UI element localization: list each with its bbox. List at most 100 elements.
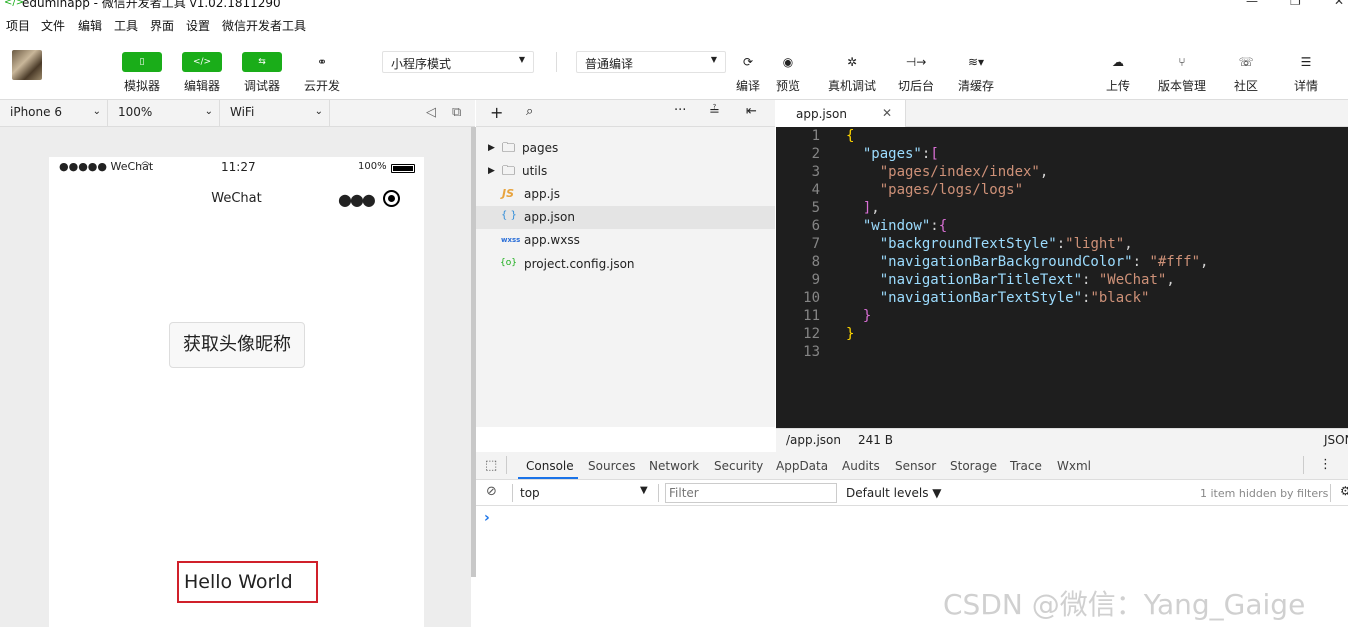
tab-trace[interactable]: Trace bbox=[1010, 459, 1042, 473]
device-select[interactable]: iPhone 6 ⌄ bbox=[0, 100, 108, 126]
kebab-menu-icon[interactable]: ⋮ bbox=[1319, 457, 1332, 472]
mode-select[interactable]: 小程序模式 ▼ bbox=[382, 51, 534, 73]
cloud-dev-label[interactable]: 云开发 bbox=[298, 77, 346, 94]
tree-item-project-config[interactable]: {o} project.config.json bbox=[476, 253, 775, 276]
compile-select[interactable]: 普通编译 ▼ bbox=[576, 51, 726, 73]
preview-label[interactable]: 预览 bbox=[768, 77, 808, 94]
background-label[interactable]: 切后台 bbox=[892, 77, 940, 94]
log-levels-select[interactable]: Default levels ▼ bbox=[846, 486, 942, 500]
clear-cache-label[interactable]: 清缓存 bbox=[952, 77, 1000, 94]
context-value: top bbox=[520, 486, 540, 500]
more-dots-icon[interactable]: ●●● bbox=[338, 190, 376, 209]
code-line: "navigationBarBackgroundColor": "#fff", bbox=[879, 254, 1209, 270]
code-editor[interactable]: 1 2 3 4 5 6 7 8 9 10 11 12 13 { "pages":… bbox=[776, 127, 1348, 428]
code-line: } bbox=[846, 326, 855, 342]
chat-bubble-icon[interactable]: ☏ bbox=[1226, 52, 1266, 72]
refresh-icon[interactable]: ⟳ bbox=[728, 52, 768, 72]
tab-sensor[interactable]: Sensor bbox=[895, 459, 936, 473]
maximize-icon[interactable]: ❐ bbox=[1290, 0, 1301, 8]
tree-item-label: project.config.json bbox=[524, 257, 635, 271]
clear-console-icon[interactable]: ⊘ bbox=[486, 484, 497, 499]
tab-security[interactable]: Security bbox=[714, 459, 763, 473]
community-label[interactable]: 社区 bbox=[1222, 77, 1270, 94]
tab-sources[interactable]: Sources bbox=[588, 459, 635, 473]
layers-icon[interactable]: ≋▾ bbox=[956, 52, 996, 72]
tab-appdata[interactable]: AppData bbox=[776, 459, 828, 473]
menu-item-file[interactable]: 文件 bbox=[41, 17, 65, 34]
more-icon[interactable]: ··· bbox=[674, 103, 686, 118]
gear-icon[interactable]: ⚙ bbox=[1340, 484, 1348, 498]
line-number: 2 bbox=[811, 146, 820, 162]
get-user-info-button[interactable]: 获取头像昵称 bbox=[169, 322, 305, 368]
simulator-toggle-label[interactable]: 模拟器 bbox=[118, 77, 166, 94]
menu-item-project[interactable]: 项目 bbox=[6, 17, 30, 34]
details-label[interactable]: 详情 bbox=[1282, 77, 1330, 94]
file-tree: ▶ 🗀 pages ▶ 🗀 utils JS app.js { } app.js… bbox=[476, 127, 775, 427]
bug-icon[interactable]: ✲ bbox=[832, 52, 872, 72]
close-tab-icon[interactable]: ✕ bbox=[882, 106, 892, 120]
sidebar-toggle-icon[interactable]: ⇤ bbox=[746, 104, 757, 119]
line-number: 10 bbox=[803, 290, 820, 306]
inspect-element-icon[interactable]: ⬚ bbox=[485, 458, 497, 473]
tab-wxml[interactable]: Wxml bbox=[1057, 459, 1091, 473]
user-avatar[interactable] bbox=[12, 50, 42, 80]
tab-console[interactable]: Console bbox=[526, 459, 574, 473]
line-number: 1 bbox=[811, 128, 820, 144]
debug-icon[interactable]: ⇆ bbox=[242, 52, 282, 72]
add-icon[interactable]: + bbox=[490, 103, 503, 122]
upload-cloud-icon[interactable]: ☁ bbox=[1098, 52, 1138, 72]
capsule-close-icon[interactable] bbox=[383, 190, 400, 207]
close-icon[interactable]: ✕ bbox=[1334, 0, 1344, 8]
console-filter-input[interactable] bbox=[665, 483, 837, 503]
editor-toggle-label[interactable]: 编辑器 bbox=[178, 77, 226, 94]
code-icon[interactable]: </> bbox=[182, 52, 222, 72]
toolbar-divider bbox=[556, 52, 557, 72]
menu-lines-icon[interactable]: ☰ bbox=[1286, 52, 1326, 72]
tree-item-app-wxss[interactable]: wxss app.wxss bbox=[476, 229, 775, 252]
chevron-right-icon: ▶ bbox=[488, 143, 495, 153]
remote-debug-label[interactable]: 真机调试 bbox=[824, 77, 880, 94]
context-select[interactable]: top ▼ bbox=[520, 483, 652, 503]
tab-audits[interactable]: Audits bbox=[842, 459, 880, 473]
wxss-file-icon: wxss bbox=[501, 236, 521, 244]
cloud-link-icon[interactable]: ⚭ bbox=[302, 52, 342, 72]
version-label[interactable]: 版本管理 bbox=[1152, 77, 1212, 94]
tab-network[interactable]: Network bbox=[649, 459, 699, 473]
menu-item-view[interactable]: 界面 bbox=[150, 17, 174, 34]
tree-item-app-js[interactable]: JS app.js bbox=[476, 183, 775, 206]
menu-item-tools[interactable]: 工具 bbox=[114, 17, 138, 34]
line-number: 3 bbox=[811, 164, 820, 180]
menu-item-devtools[interactable]: 微信开发者工具 bbox=[222, 17, 306, 34]
menu-bar: 项目 文件 编辑 工具 界面 设置 微信开发者工具 bbox=[0, 14, 1348, 36]
popout-icon[interactable]: ⧉ bbox=[452, 105, 461, 120]
battery-icon bbox=[391, 164, 415, 173]
branch-icon[interactable]: ⑂ bbox=[1162, 52, 1202, 72]
minimize-icon[interactable]: — bbox=[1246, 0, 1258, 8]
menu-item-edit[interactable]: 编辑 bbox=[78, 17, 102, 34]
tree-item-label: pages bbox=[522, 141, 559, 155]
switch-backend-icon[interactable]: ⊣→ bbox=[896, 52, 936, 72]
network-select[interactable]: WiFi ⌄ bbox=[220, 100, 330, 126]
folder-icon: 🗀 bbox=[502, 141, 516, 156]
speaker-icon[interactable]: ◁ bbox=[426, 105, 436, 120]
zoom-select[interactable]: 100% ⌄ bbox=[108, 100, 220, 126]
phone-screen: ●●●●● WeChat ◠ 11:27 100% WeChat ●●● 获取头… bbox=[49, 157, 424, 627]
compile-label[interactable]: 编译 bbox=[728, 77, 768, 94]
tree-item-utils[interactable]: ▶ 🗀 utils bbox=[476, 160, 775, 183]
eye-icon[interactable]: ◉ bbox=[768, 52, 808, 72]
json-file-icon: { } bbox=[501, 210, 517, 221]
wifi-icon: ◠ bbox=[141, 160, 150, 171]
collapse-icon[interactable]: ≟ bbox=[709, 104, 720, 119]
console-prompt: › bbox=[484, 510, 490, 526]
menu-item-settings[interactable]: 设置 bbox=[186, 17, 210, 34]
editor-status-bar: /app.json 241 B JSON bbox=[776, 428, 1348, 452]
tab-app-json[interactable]: app.json ✕ bbox=[776, 100, 906, 127]
device-value: iPhone 6 bbox=[10, 105, 62, 119]
search-icon[interactable]: ⌕ bbox=[526, 104, 533, 119]
tab-storage[interactable]: Storage bbox=[950, 459, 997, 473]
upload-label[interactable]: 上传 bbox=[1094, 77, 1142, 94]
debugger-toggle-label[interactable]: 调试器 bbox=[238, 77, 286, 94]
tree-item-app-json[interactable]: { } app.json bbox=[476, 206, 775, 229]
tree-item-pages[interactable]: ▶ 🗀 pages bbox=[476, 137, 775, 160]
phone-icon[interactable]: ▯ bbox=[122, 52, 162, 72]
